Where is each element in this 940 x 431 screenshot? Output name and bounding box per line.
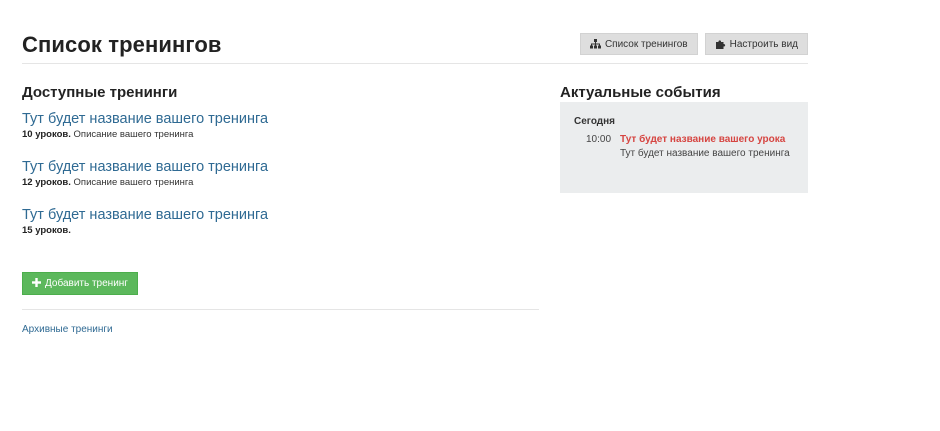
archived-trainings-link[interactable]: Архивные тренинги bbox=[22, 324, 113, 335]
current-events-section: Актуальные события Сегодня 10:00 Тут буд… bbox=[560, 84, 808, 193]
customize-view-button-label: Настроить вид bbox=[729, 38, 798, 50]
training-title-link[interactable]: Тут будет название вашего тренинга bbox=[22, 158, 539, 176]
page: Список тренингов Список тренингов Настро… bbox=[0, 0, 940, 431]
available-trainings-title: Доступные тренинги bbox=[22, 84, 178, 101]
customize-view-button[interactable]: Настроить вид bbox=[704, 33, 808, 55]
training-lessons-count: 10 уроков. bbox=[22, 129, 71, 140]
current-events-title: Актуальные события bbox=[560, 84, 721, 101]
training-meta: 10 уроков. Описание вашего тренинга bbox=[22, 129, 539, 141]
training-lessons-count: 12 уроков. bbox=[22, 177, 71, 188]
training-title-link[interactable]: Тут будет название вашего тренинга bbox=[22, 206, 539, 224]
page-header: Список тренингов Список тренингов Настро… bbox=[22, 26, 808, 64]
training-description: Описание вашего тренинга bbox=[73, 177, 194, 188]
sitemap-icon bbox=[589, 39, 601, 49]
training-meta: 12 уроков. Описание вашего тренинга bbox=[22, 177, 539, 189]
event-lesson-link[interactable]: Тут будет название вашего урока bbox=[620, 133, 794, 147]
events-day-label: Сегодня bbox=[574, 116, 616, 127]
add-training-button-label: Добавить тренинг bbox=[45, 278, 128, 289]
event-training-name: Тут будет название вашего тренинга bbox=[620, 148, 790, 159]
event-time: 10:00 bbox=[586, 134, 612, 145]
training-lessons-count: 15 уроков. bbox=[22, 225, 71, 236]
header-buttons: Список тренингов Настроить вид bbox=[579, 33, 808, 55]
training-item: Тут будет название вашего тренинга 12 ур… bbox=[22, 158, 539, 206]
available-trainings-section: Доступные тренинги Тут будет название ва… bbox=[22, 84, 539, 335]
training-item: Тут будет название вашего тренинга 10 ур… bbox=[22, 110, 539, 158]
training-title-link[interactable]: Тут будет название вашего тренинга bbox=[22, 110, 539, 128]
event-item: 10:00 Тут будет название вашего урока Ту… bbox=[574, 133, 794, 161]
add-training-button[interactable]: Добавить тренинг bbox=[22, 272, 138, 295]
training-list: Тут будет название вашего тренинга 10 ур… bbox=[22, 110, 539, 254]
page-title: Список тренингов bbox=[22, 32, 222, 57]
events-panel: Сегодня 10:00 Тут будет название вашего … bbox=[560, 102, 808, 193]
event-body: Тут будет название вашего урока Тут буде… bbox=[620, 133, 794, 161]
plus-icon bbox=[32, 277, 41, 290]
training-meta: 15 уроков. bbox=[22, 225, 539, 237]
section-divider bbox=[22, 309, 539, 310]
training-item: Тут будет название вашего тренинга 15 ур… bbox=[22, 206, 539, 254]
puzzle-icon bbox=[715, 39, 726, 49]
training-list-button-label: Список тренингов bbox=[604, 38, 688, 50]
training-list-button[interactable]: Список тренингов bbox=[579, 33, 698, 55]
training-description: Описание вашего тренинга bbox=[73, 129, 194, 140]
